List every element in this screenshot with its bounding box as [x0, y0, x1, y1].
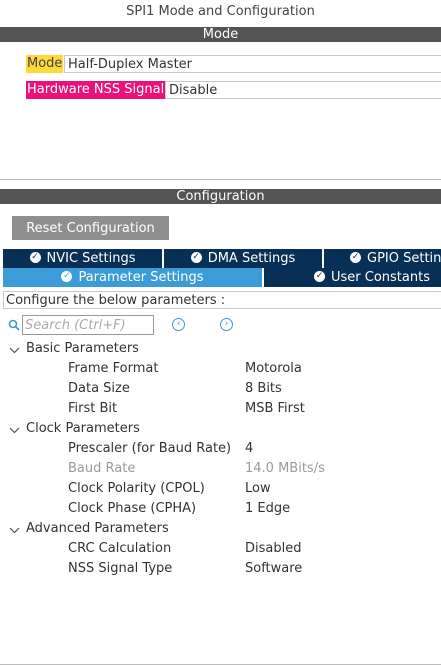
search-input[interactable]	[22, 315, 154, 335]
reset-configuration-button[interactable]: Reset Configuration	[12, 216, 169, 240]
param-value-crc-calculation[interactable]: Disabled	[245, 539, 301, 559]
chevron-down-icon[interactable]	[9, 345, 20, 355]
param-value-prescaler[interactable]: 4	[245, 439, 253, 459]
parameters-description: Configure the below parameters :	[3, 291, 441, 309]
next-arrow-icon[interactable]: ›	[220, 318, 233, 331]
chevron-down-icon[interactable]	[9, 425, 20, 435]
param-name-crc-calculation: CRC Calculation	[68, 541, 172, 556]
param-name-nss-signal-type: NSS Signal Type	[68, 561, 173, 576]
tab-label: User Constants	[331, 270, 430, 285]
group-basic-parameters[interactable]: Basic Parameters	[26, 339, 139, 359]
param-value-frame-format[interactable]: Motorola	[245, 359, 302, 379]
hardware-nss-label: Hardware NSS Signal	[26, 81, 166, 99]
param-name-clock-polarity: Clock Polarity (CPOL)	[68, 481, 205, 496]
tab-user-constants[interactable]: ✓ User Constants	[264, 268, 441, 287]
param-value-clock-polarity[interactable]: Low	[245, 479, 271, 499]
group-clock-parameters[interactable]: Clock Parameters	[26, 419, 140, 439]
tab-parameter-settings[interactable]: ✓ Parameter Settings	[3, 268, 262, 287]
hardware-nss-select[interactable]: Disable	[165, 81, 441, 99]
tab-label: DMA Settings	[207, 251, 296, 266]
check-circle-icon: ✓	[190, 252, 202, 263]
tab-nvic-settings[interactable]: ✓ NVIC Settings	[3, 249, 162, 268]
chevron-down-icon[interactable]	[9, 525, 20, 535]
tab-label: Parameter Settings	[78, 270, 204, 285]
check-circle-icon: ✓	[61, 271, 73, 282]
param-name-first-bit: First Bit	[68, 401, 118, 416]
previous-arrow-icon[interactable]: ‹	[172, 318, 185, 331]
panel-divider	[0, 179, 441, 180]
param-value-first-bit[interactable]: MSB First	[245, 399, 305, 419]
window-title: SPI1 Mode and Configuration	[126, 4, 315, 19]
mode-select[interactable]: Half-Duplex Master	[64, 55, 441, 73]
tab-dma-settings[interactable]: ✓ DMA Settings	[164, 249, 322, 268]
tab-label: GPIO Settin	[367, 251, 441, 266]
param-name-baud-rate: Baud Rate	[68, 461, 136, 476]
mode-label: Mode	[26, 55, 64, 73]
tab-gpio-settings[interactable]: ✓ GPIO Settin	[324, 249, 441, 268]
param-name-clock-phase: Clock Phase (CPHA)	[68, 501, 197, 516]
param-value-data-size[interactable]: 8 Bits	[245, 379, 282, 399]
param-value-baud-rate: 14.0 MBits/s	[245, 461, 325, 476]
mode-section-header: Mode	[0, 27, 441, 42]
param-name-prescaler: Prescaler (for Baud Rate)	[68, 441, 232, 456]
param-value-clock-phase[interactable]: 1 Edge	[245, 499, 290, 519]
group-advanced-parameters[interactable]: Advanced Parameters	[26, 519, 169, 539]
param-name-frame-format: Frame Format	[68, 361, 159, 376]
param-name-data-size: Data Size	[68, 381, 130, 396]
check-circle-icon: ✓	[314, 271, 325, 282]
check-circle-icon: ✓	[29, 252, 41, 263]
search-icon	[8, 319, 20, 331]
check-circle-icon: ✓	[350, 252, 361, 263]
panel-bottom-border	[0, 664, 441, 665]
tab-label: NVIC Settings	[46, 251, 136, 266]
configuration-section-header: Configuration	[0, 189, 441, 204]
param-value-nss-signal-type[interactable]: Software	[245, 559, 302, 579]
